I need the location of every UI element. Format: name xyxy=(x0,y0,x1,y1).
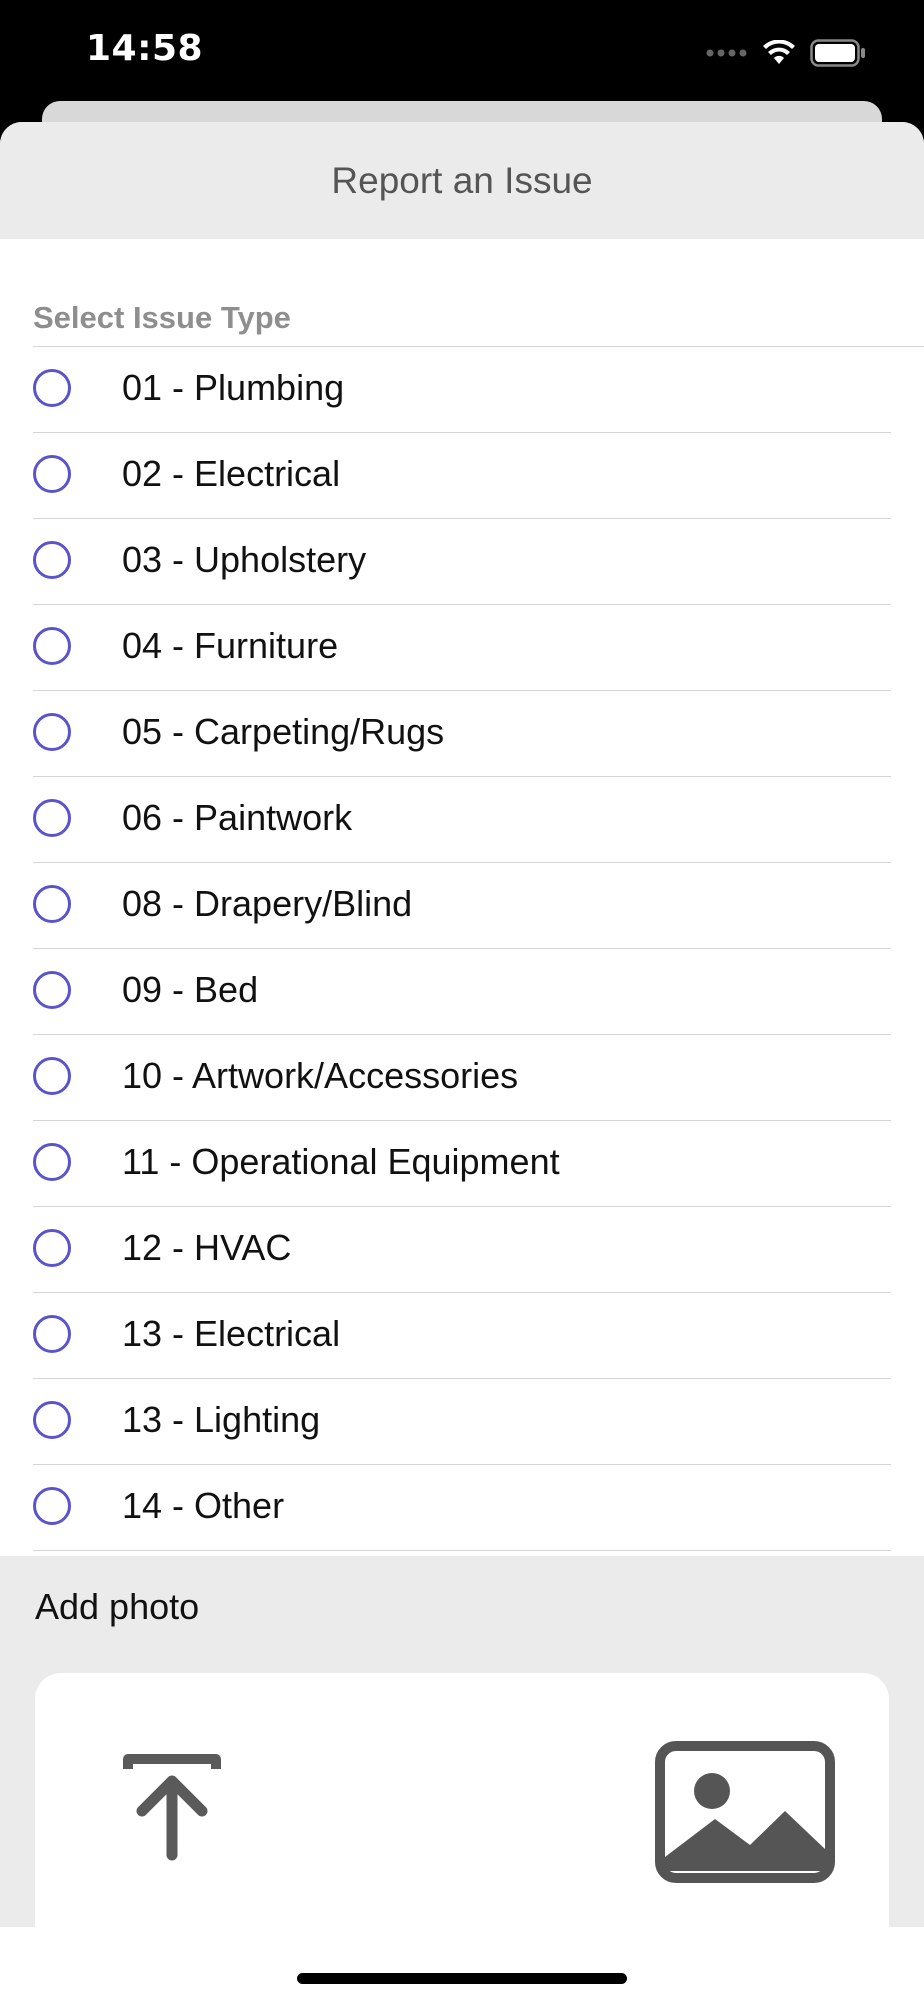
status-time: 14:58 xyxy=(86,28,204,69)
radio-button-icon[interactable] xyxy=(33,1143,71,1181)
status-icons xyxy=(706,36,866,70)
radio-button-icon[interactable] xyxy=(33,971,71,1009)
issue-type-option[interactable]: 10 - Artwork/Accessories xyxy=(0,1035,924,1121)
issue-type-option[interactable]: 06 - Paintwork xyxy=(0,777,924,863)
radio-button-icon[interactable] xyxy=(33,1487,71,1525)
issue-type-option[interactable]: 08 - Drapery/Blind xyxy=(0,863,924,949)
wifi-icon xyxy=(763,40,795,64)
radio-button-icon[interactable] xyxy=(33,713,71,751)
issue-type-label: 10 - Artwork/Accessories xyxy=(122,1055,519,1096)
issue-type-option[interactable]: 02 - Electrical xyxy=(0,433,924,519)
issue-type-label: 14 - Other xyxy=(122,1485,285,1526)
issue-type-section-label: Select Issue Type xyxy=(33,300,291,335)
issue-type-label: 04 - Furniture xyxy=(122,625,339,666)
radio-button-icon[interactable] xyxy=(33,455,71,493)
radio-button-icon[interactable] xyxy=(33,541,71,579)
issue-type-option[interactable]: 09 - Bed xyxy=(0,949,924,1035)
issue-type-option[interactable]: 04 - Furniture xyxy=(0,605,924,691)
radio-button-icon[interactable] xyxy=(33,369,71,407)
radio-button-icon[interactable] xyxy=(33,1401,71,1439)
home-bar-area xyxy=(0,1927,924,2000)
upload-icon[interactable] xyxy=(122,1753,222,1863)
issue-type-list: 01 - Plumbing 02 - Electrical 03 - Uphol… xyxy=(0,347,924,1551)
issue-type-label: 13 - Lighting xyxy=(122,1399,321,1440)
radio-button-icon[interactable] xyxy=(33,885,71,923)
home-indicator[interactable] xyxy=(297,1973,627,1984)
issue-type-label: 12 - HVAC xyxy=(122,1227,292,1268)
issue-type-option[interactable]: 12 - HVAC xyxy=(0,1207,924,1293)
issue-type-option[interactable]: 13 - Lighting xyxy=(0,1379,924,1465)
issue-type-label: 11 - Operational Equipment xyxy=(122,1141,560,1182)
sheet-header: Report an Issue xyxy=(0,122,924,239)
report-issue-sheet: Report an Issue Select Issue Type 01 - P… xyxy=(0,122,924,2000)
issue-type-option[interactable]: 05 - Carpeting/Rugs xyxy=(0,691,924,777)
issue-type-label: 01 - Plumbing xyxy=(122,367,345,408)
issue-type-option[interactable]: 14 - Other xyxy=(0,1465,924,1551)
radio-button-icon[interactable] xyxy=(33,1057,71,1095)
issue-type-option[interactable]: 01 - Plumbing xyxy=(0,347,924,433)
issue-type-option[interactable]: 11 - Operational Equipment xyxy=(0,1121,924,1207)
status-bar: 14:58 xyxy=(0,0,924,110)
issue-type-label: 13 - Electrical xyxy=(122,1313,341,1354)
issue-type-option[interactable]: 03 - Upholstery xyxy=(0,519,924,605)
radio-button-icon[interactable] xyxy=(33,799,71,837)
radio-button-icon[interactable] xyxy=(33,1229,71,1267)
signal-dots-icon xyxy=(706,49,747,57)
radio-button-icon[interactable] xyxy=(33,627,71,665)
add-photo-label: Add photo xyxy=(35,1586,200,1627)
image-gallery-icon[interactable] xyxy=(655,1741,835,1883)
issue-type-label: 05 - Carpeting/Rugs xyxy=(122,711,445,752)
sheet-title: Report an Issue xyxy=(331,159,593,201)
battery-icon xyxy=(810,39,865,67)
issue-type-label: 02 - Electrical xyxy=(122,453,341,494)
issue-type-option[interactable]: 13 - Electrical xyxy=(0,1293,924,1379)
issue-type-label: 08 - Drapery/Blind xyxy=(122,883,413,924)
issue-type-label: 06 - Paintwork xyxy=(122,797,353,838)
radio-button-icon[interactable] xyxy=(33,1315,71,1353)
issue-type-label: 09 - Bed xyxy=(122,969,259,1010)
issue-type-label: 03 - Upholstery xyxy=(122,539,367,580)
